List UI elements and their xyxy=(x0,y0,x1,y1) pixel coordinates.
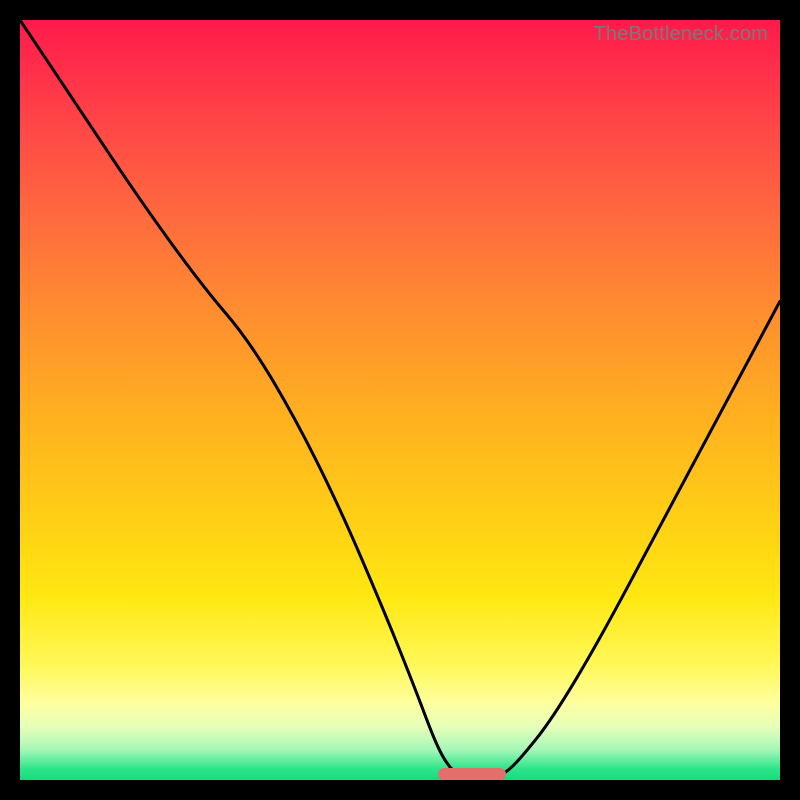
plot-area: TheBottleneck.com xyxy=(20,20,780,780)
chart-frame: TheBottleneck.com xyxy=(0,0,800,800)
optimal-range-marker xyxy=(438,768,506,780)
curve-path xyxy=(20,20,780,780)
bottleneck-curve xyxy=(20,20,780,780)
